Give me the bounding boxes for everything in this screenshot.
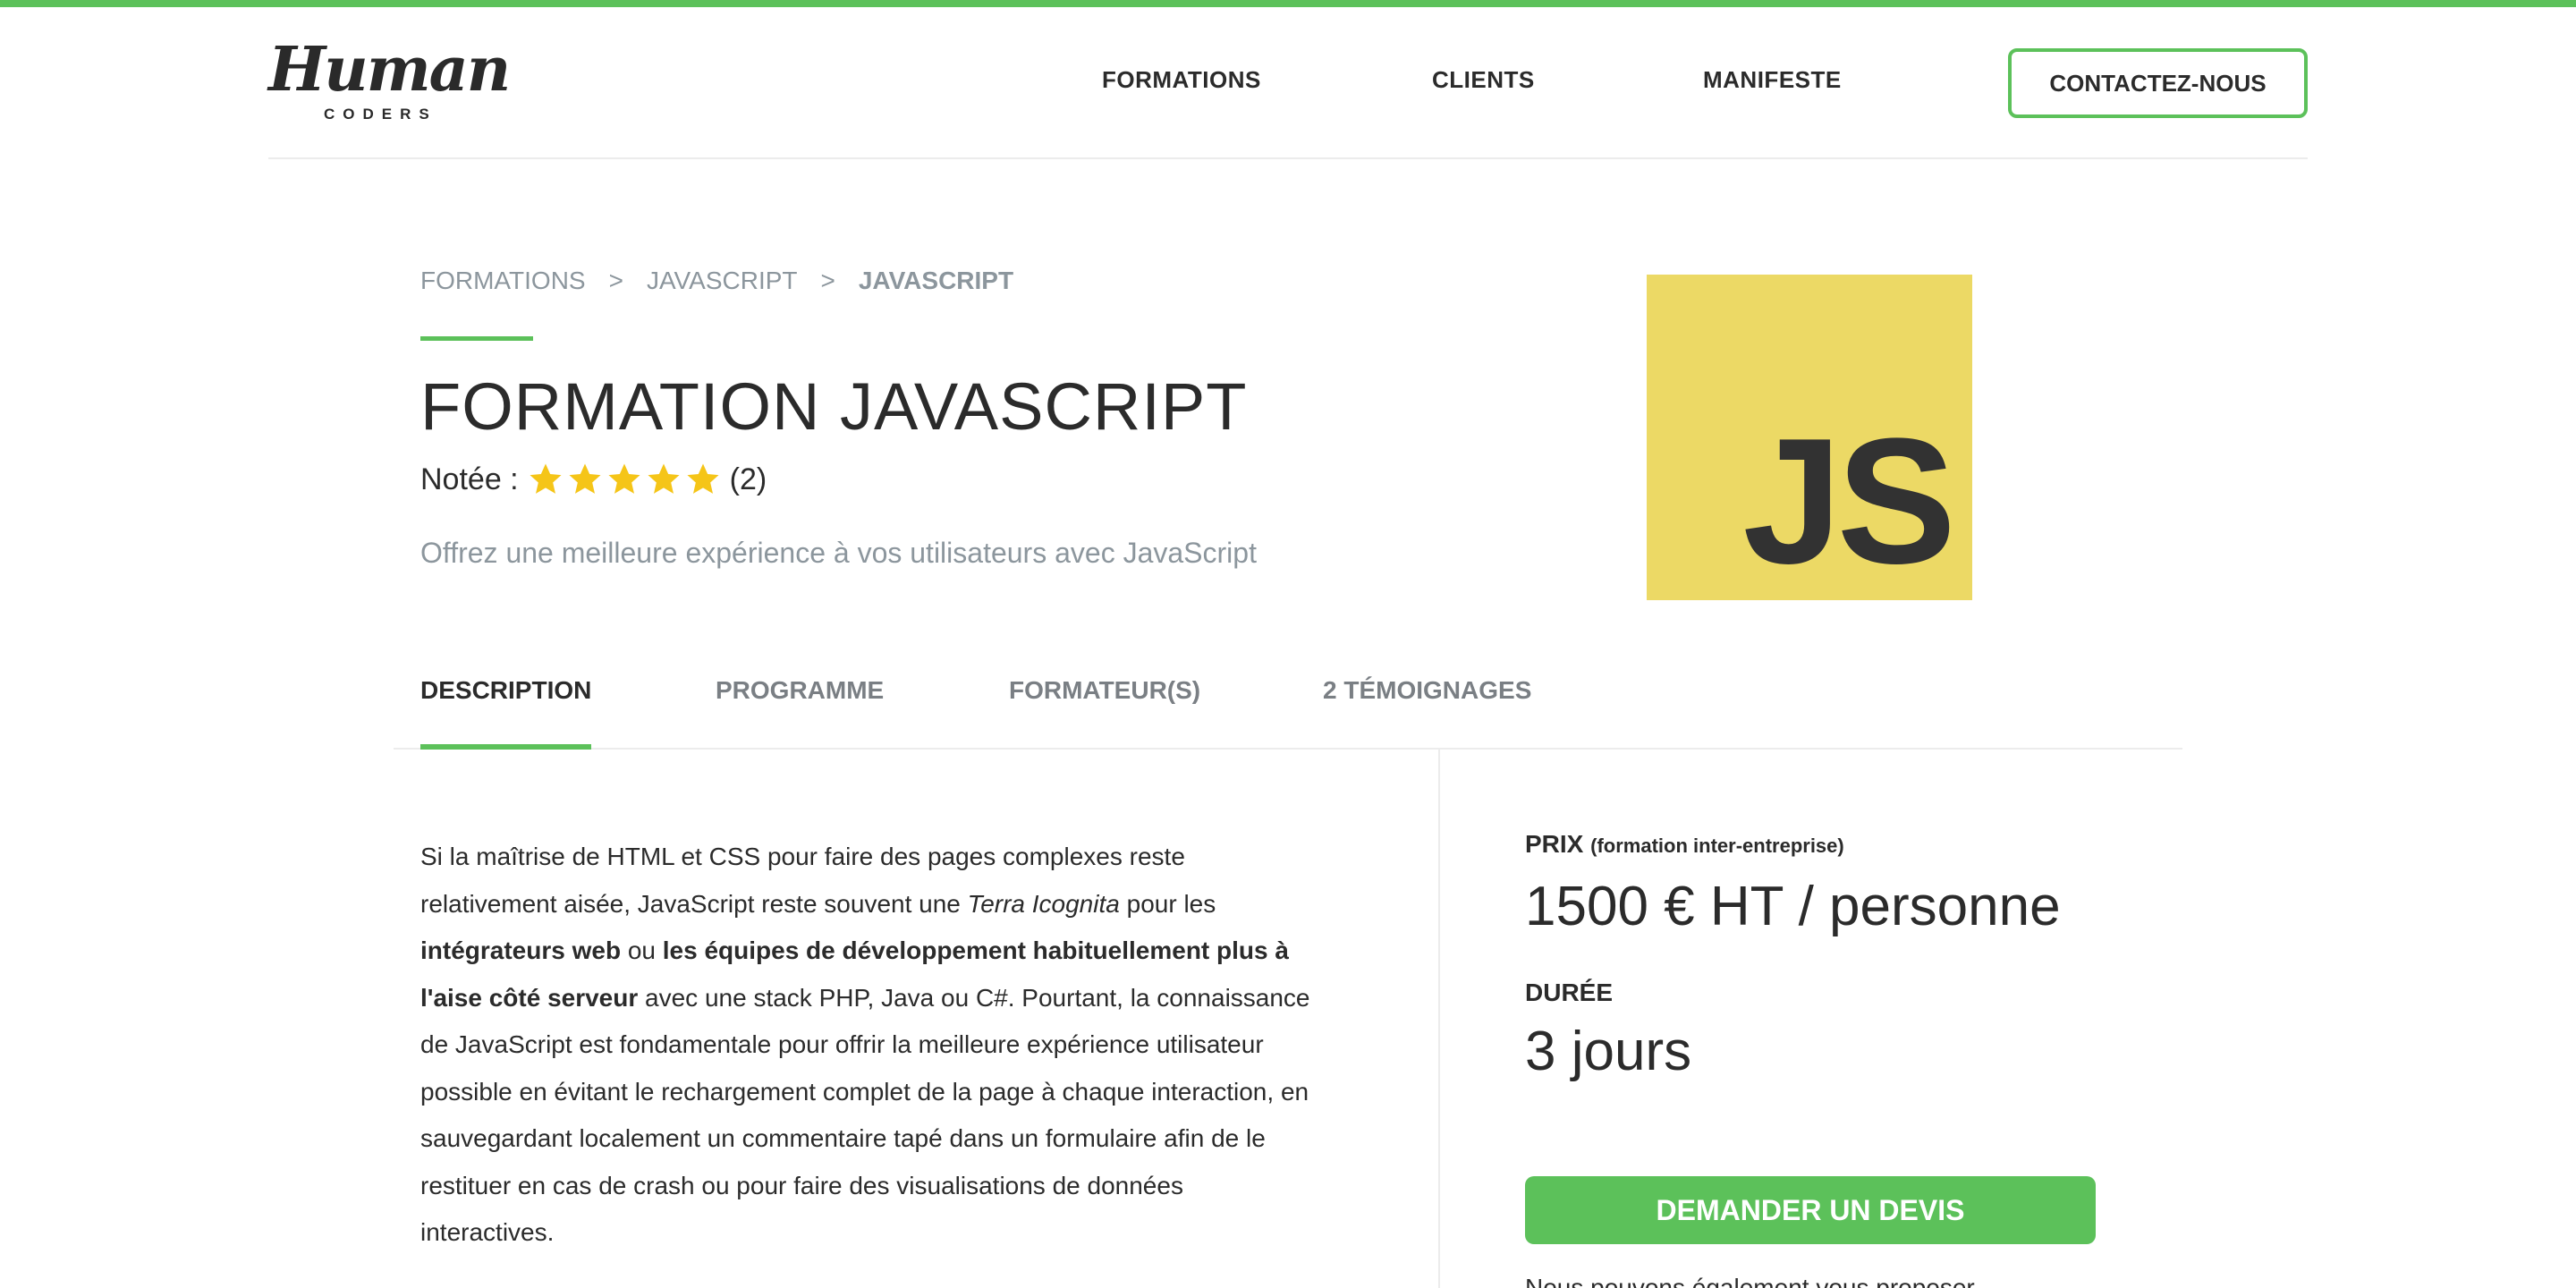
rating-label: Notée : bbox=[420, 462, 519, 496]
breadcrumb-formations[interactable]: FORMATIONS bbox=[420, 267, 586, 295]
description-part: ou bbox=[621, 936, 663, 964]
request-quote-button[interactable]: DEMANDER UN DEVIS bbox=[1525, 1176, 2096, 1244]
star-icon bbox=[569, 463, 601, 494]
logo-wordmark: Human bbox=[268, 34, 511, 106]
breadcrumb-javascript[interactable]: JAVASCRIPT bbox=[647, 267, 798, 295]
price-label: PRIX (formation inter-entreprise) bbox=[1525, 830, 1844, 859]
breadcrumb: FORMATIONS > JAVASCRIPT > JAVASCRIPT bbox=[420, 267, 1013, 295]
tab-temoignages[interactable]: 2 TÉMOIGNAGES bbox=[1323, 676, 1531, 750]
logo-subtitle: CODERS bbox=[324, 106, 437, 123]
star-icon bbox=[687, 463, 719, 494]
site-logo[interactable]: Human CODERS bbox=[268, 34, 511, 132]
rating: Notée : (2) bbox=[420, 462, 767, 497]
duration-value: 3 jours bbox=[1525, 1021, 1692, 1082]
breadcrumb-separator: > bbox=[820, 267, 835, 294]
nav-manifeste[interactable]: MANIFESTE bbox=[1703, 66, 1842, 94]
breadcrumb-current: JAVASCRIPT bbox=[858, 267, 1014, 294]
javascript-logo-text: JS bbox=[1742, 402, 1956, 601]
top-accent-bar bbox=[0, 0, 2576, 7]
price-note: (formation inter-entreprise) bbox=[1590, 835, 1844, 857]
price-label-text: PRIX bbox=[1525, 830, 1584, 858]
price-value: 1500 € HT / personne bbox=[1525, 876, 2061, 937]
description-text: Si la maîtrise de HTML et CSS pour faire… bbox=[420, 834, 1315, 1257]
nav-formations[interactable]: FORMATIONS bbox=[1102, 66, 1261, 94]
star-icon bbox=[608, 463, 640, 494]
description-part: avec une stack PHP, Java ou C#. Pourtant… bbox=[420, 983, 1310, 1247]
breadcrumb-separator: > bbox=[608, 267, 623, 294]
description-part: pour les bbox=[1119, 889, 1216, 918]
rating-stars bbox=[528, 462, 724, 497]
sidebar-note: Nous pouvons également vous proposer bbox=[1525, 1275, 2097, 1288]
rating-count[interactable]: (2) bbox=[730, 462, 767, 497]
nav-clients[interactable]: CLIENTS bbox=[1432, 66, 1535, 94]
duration-label: DURÉE bbox=[1525, 979, 1614, 1006]
tab-formateurs[interactable]: FORMATEUR(S) bbox=[1009, 676, 1200, 750]
star-icon bbox=[530, 463, 562, 494]
tab-programme[interactable]: PROGRAMME bbox=[716, 676, 884, 750]
contact-button[interactable]: CONTACTEZ-NOUS bbox=[2008, 48, 2308, 118]
site-header: Human CODERS FORMATIONS CLIENTS MANIFEST… bbox=[268, 7, 2308, 159]
javascript-logo: JS bbox=[1647, 275, 1972, 600]
title-accent-rule bbox=[420, 336, 533, 341]
star-icon bbox=[648, 463, 680, 494]
page-title: FORMATION JAVASCRIPT bbox=[420, 369, 1248, 444]
tab-bar: DESCRIPTION PROGRAMME FORMATEUR(S) 2 TÉM… bbox=[394, 662, 2182, 750]
column-divider bbox=[1438, 750, 1440, 1288]
description-emphasis: Terra Icognita bbox=[967, 889, 1120, 918]
page-subtitle: Offrez une meilleure expérience à vos ut… bbox=[420, 537, 1257, 569]
tab-description[interactable]: DESCRIPTION bbox=[420, 676, 592, 750]
description-bold: intégrateurs web bbox=[420, 936, 622, 964]
